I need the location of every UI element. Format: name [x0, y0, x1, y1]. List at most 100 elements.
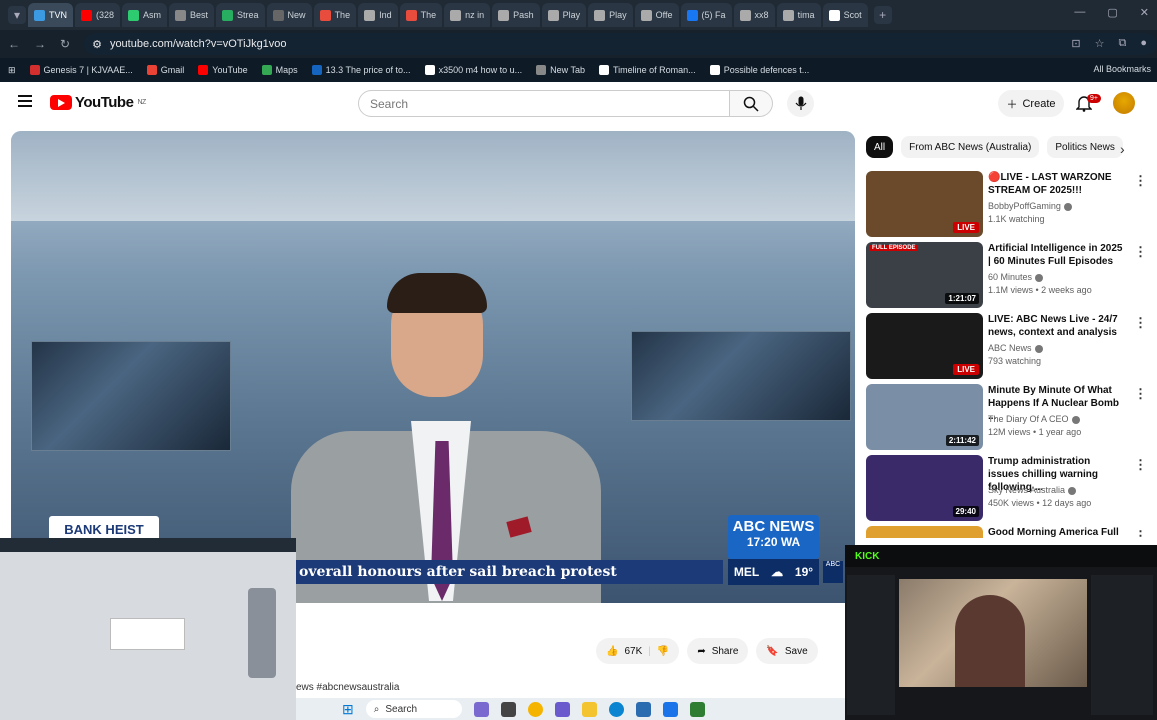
- more-options-icon[interactable]: ⋮: [1134, 315, 1147, 331]
- browser-tab[interactable]: Play: [588, 3, 633, 27]
- widgets-icon[interactable]: [473, 701, 489, 717]
- search-button[interactable]: [730, 90, 773, 117]
- menu-icon[interactable]: [18, 95, 32, 107]
- share-button[interactable]: ➦ Share: [687, 638, 749, 664]
- video-title[interactable]: 🔴LIVE - LAST WARZONE STREAM OF 2025!!!: [988, 171, 1123, 197]
- bookmark-item[interactable]: YouTube: [198, 65, 248, 75]
- browser-tab[interactable]: New: [266, 3, 312, 27]
- browser-tab[interactable]: (328: [75, 3, 121, 27]
- browser-tab[interactable]: Best: [169, 3, 215, 27]
- video-thumbnail[interactable]: 29:40: [866, 455, 983, 521]
- edge-icon[interactable]: [608, 701, 624, 717]
- channel-name[interactable]: ABC News: [988, 343, 1043, 353]
- voice-search-button[interactable]: [787, 90, 814, 117]
- more-options-icon[interactable]: ⋮: [1134, 173, 1147, 189]
- browser-tab[interactable]: Asm: [122, 3, 168, 27]
- store-icon[interactable]: [662, 701, 678, 717]
- recommended-video[interactable]: LIVE 🔴LIVE - LAST WARZONE STREAM OF 2025!…: [866, 171, 1151, 237]
- back-icon[interactable]: ←: [8, 37, 20, 51]
- close-icon[interactable]: ✕: [1140, 6, 1149, 19]
- chrome-icon[interactable]: [527, 701, 543, 717]
- video-hashtags[interactable]: ews #abcnewsaustralia: [296, 682, 399, 693]
- video-title[interactable]: Artificial Intelligence in 2025 | 60 Min…: [988, 242, 1123, 268]
- bookmark-item[interactable]: x3500 m4 how to u...: [424, 65, 522, 75]
- task-view-icon[interactable]: [500, 701, 516, 717]
- site-info-icon[interactable]: ⚙: [92, 38, 102, 51]
- video-title[interactable]: LIVE: ABC News Live - 24/7 news, context…: [988, 313, 1123, 339]
- video-thumbnail[interactable]: 2:11:42: [866, 384, 983, 450]
- windows-start-icon[interactable]: ⊞: [342, 701, 354, 718]
- video-thumbnail[interactable]: LIVE: [866, 313, 983, 379]
- install-icon[interactable]: ⊡: [1071, 37, 1080, 50]
- recommended-video[interactable]: 29:40 Trump administration issues chillin…: [866, 455, 1151, 521]
- star-icon[interactable]: ☆: [1095, 37, 1105, 50]
- file-explorer-icon[interactable]: [581, 701, 597, 717]
- bookmark-item[interactable]: Genesis 7 | KJVAAE...: [29, 65, 133, 75]
- filter-chip[interactable]: Politics News: [1047, 136, 1123, 158]
- account-avatar[interactable]: [1113, 92, 1135, 114]
- extensions-icon[interactable]: ⧉: [1118, 37, 1126, 50]
- overlay-stream-window[interactable]: KICK: [845, 545, 1157, 720]
- maximize-icon[interactable]: ▢: [1107, 6, 1117, 19]
- save-button[interactable]: 🔖 Save: [756, 638, 818, 664]
- more-options-icon[interactable]: ⋮: [1134, 528, 1147, 538]
- apps-icon[interactable]: ⊞: [8, 65, 16, 76]
- more-options-icon[interactable]: ⋮: [1134, 386, 1147, 402]
- channel-name[interactable]: 60 Minutes: [988, 272, 1044, 282]
- create-button[interactable]: ＋ Create: [998, 90, 1064, 117]
- browser-tab[interactable]: (5) Fa: [680, 3, 732, 27]
- profile-icon[interactable]: ●: [1140, 37, 1147, 50]
- browser-tab[interactable]: The: [313, 3, 357, 27]
- video-title[interactable]: Good Morning America Full: [988, 526, 1123, 538]
- new-tab-button[interactable]: +: [873, 6, 892, 24]
- recommended-video[interactable]: LIVE LIVE: ABC News Live - 24/7 news, con…: [866, 313, 1151, 379]
- app-icon-green[interactable]: [689, 701, 705, 717]
- more-options-icon[interactable]: ⋮: [1134, 244, 1147, 260]
- channel-name[interactable]: BobbyPoffGaming: [988, 201, 1072, 211]
- minimize-icon[interactable]: —: [1074, 6, 1085, 19]
- reload-icon[interactable]: ↻: [60, 37, 70, 51]
- address-bar[interactable]: ⚙ youtube.com/watch?v=vOTiJkg1voo ⊡ ☆ ⧉ …: [84, 33, 1157, 55]
- bookmark-item[interactable]: 13.3 The price of to...: [311, 65, 411, 75]
- forward-icon[interactable]: →: [34, 37, 46, 51]
- channel-name[interactable]: Sky News Australia: [988, 485, 1077, 495]
- browser-tab[interactable]: xx8: [733, 3, 775, 27]
- channel-name[interactable]: The Diary Of A CEO: [988, 414, 1080, 424]
- browser-tab[interactable]: tima: [776, 3, 821, 27]
- recommended-video[interactable]: Good Morning America Full ⋮: [866, 526, 1151, 538]
- recommended-video[interactable]: 2:11:42 Minute By Minute Of What Happens …: [866, 384, 1151, 450]
- browser-tab[interactable]: Scot: [822, 3, 868, 27]
- browser-tab[interactable]: Play: [541, 3, 587, 27]
- video-thumbnail[interactable]: [866, 526, 983, 538]
- browser-tab[interactable]: Ind: [358, 3, 398, 27]
- taskbar-search[interactable]: ⌕ Search: [365, 700, 462, 718]
- browser-tab[interactable]: nz in: [444, 3, 491, 27]
- bookmark-item[interactable]: Gmail: [146, 65, 184, 75]
- browser-tab[interactable]: Offe: [634, 3, 679, 27]
- app-icon[interactable]: [554, 701, 570, 717]
- chevron-right-icon[interactable]: ›: [1120, 141, 1125, 157]
- tab-search-button[interactable]: ▾: [8, 6, 26, 24]
- thumbs-down-icon[interactable]: 👎: [657, 646, 669, 657]
- bookmark-item[interactable]: Timeline of Roman...: [598, 65, 696, 75]
- mail-icon[interactable]: [635, 701, 651, 717]
- video-player[interactable]: BANK HEIST ABC NEWS 17:20 WA MEL ☁ 19° A…: [11, 131, 855, 603]
- search-input[interactable]: Search: [358, 90, 730, 117]
- browser-tab[interactable]: Strea: [216, 3, 265, 27]
- all-bookmarks-link[interactable]: All Bookmarks: [1093, 64, 1151, 74]
- filter-chip[interactable]: All: [866, 136, 894, 158]
- browser-tab[interactable]: The: [399, 3, 443, 27]
- video-thumbnail[interactable]: FULL EPISODE 1:21:07: [866, 242, 983, 308]
- bookmark-item[interactable]: Maps: [261, 65, 298, 75]
- youtube-logo[interactable]: YouTube NZ: [50, 94, 146, 111]
- filter-chip[interactable]: From ABC News (Australia): [901, 136, 1040, 158]
- recommended-video[interactable]: FULL EPISODE 1:21:07 Artificial Intelligen…: [866, 242, 1151, 308]
- bookmark-item[interactable]: Possible defences t...: [709, 65, 809, 75]
- browser-tab[interactable]: Pash: [492, 3, 540, 27]
- like-button[interactable]: 👍 67K | 👎: [596, 638, 680, 664]
- bookmark-item[interactable]: New Tab: [536, 65, 585, 75]
- overlay-window-left[interactable]: [0, 538, 296, 720]
- browser-tab[interactable]: TVN: [28, 3, 73, 27]
- video-thumbnail[interactable]: LIVE: [866, 171, 983, 237]
- more-options-icon[interactable]: ⋮: [1134, 457, 1147, 473]
